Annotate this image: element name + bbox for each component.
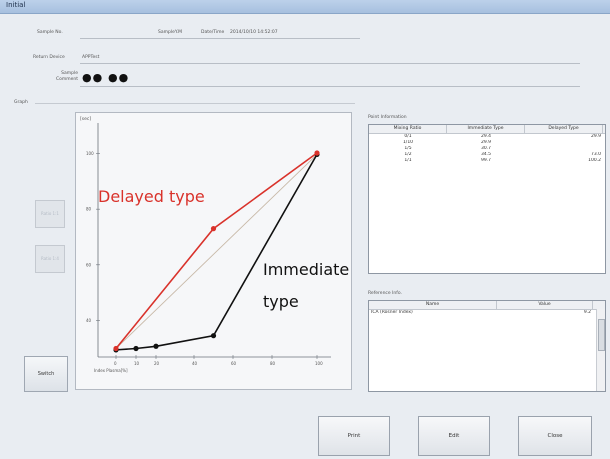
x-axis-label: Index Plasma[%] <box>94 368 128 373</box>
title-bar: Initial <box>0 0 610 14</box>
ratio-1-1-button[interactable]: Ratio 1:1 <box>35 200 65 228</box>
point-info-header: Mixing Ratio Immediate Type Delayed Type <box>369 125 605 134</box>
sample-comment-label: Sample Comment <box>55 71 78 82</box>
x-tick-label: 0 <box>114 361 117 366</box>
data-point <box>113 345 119 352</box>
reference-info-rows: ICA (Rosner Index) 9.2 <box>369 310 605 316</box>
x-tick-label: 10 <box>134 361 140 366</box>
y-tick-label: 40 <box>86 318 92 323</box>
close-button[interactable]: Close <box>518 416 592 456</box>
data-point <box>133 345 139 352</box>
chart-area: 100 80 60 40 0 10 20 40 60 80 100 [sec] Index Plasma… <box>75 112 352 390</box>
col-name[interactable]: Name <box>369 301 497 309</box>
col-immediate-type[interactable]: Immediate Type <box>447 125 525 133</box>
data-point <box>314 150 320 156</box>
edit-button[interactable]: Edit <box>418 416 490 456</box>
graph-group-label: Graph <box>14 100 28 105</box>
y-tick-label: 100 <box>86 151 94 156</box>
table-cell: ICA (Rosner Index) <box>371 310 413 315</box>
table-row[interactable]: 1/1 99.7 100.2 <box>369 158 605 164</box>
reference-info-label: Reference Info. <box>368 291 402 296</box>
table-cell: 9.2 <box>583 310 591 315</box>
sample-no-label: Sample No. <box>37 30 63 35</box>
point-info-rows: 0/1 29.4 29.9 1/10 29.9 1/5 30.7 1/2 34.5 73.0 1/1… <box>369 134 605 164</box>
sample-id-value: SampleY.M <box>158 30 183 35</box>
application-window: Initial Sample No. SampleY.M Date/Time 2… <box>0 0 610 459</box>
point-info-table[interactable]: Mixing Ratio Immediate Type Delayed Type… <box>368 124 606 274</box>
datetime-label: Date/Time <box>201 30 225 35</box>
device-underline <box>80 63 580 64</box>
x-tick-label: 40 <box>192 361 198 366</box>
col-value[interactable]: Value <box>497 301 593 309</box>
col-delayed-type[interactable]: Delayed Type <box>525 125 603 133</box>
return-device-value: APPTest <box>82 55 100 60</box>
line-chart: 100 80 60 40 0 10 20 40 60 80 100 [sec] Index Plasma… <box>80 116 331 373</box>
table-row[interactable]: ICA (Rosner Index) 9.2 <box>369 310 605 316</box>
reference-scrollbar[interactable] <box>596 309 605 391</box>
window-title: Initial <box>6 1 26 9</box>
comment-underline <box>80 86 580 87</box>
sample-no-underline <box>80 38 360 39</box>
data-point <box>153 343 159 349</box>
delayed-type-annotation: Delayed type <box>98 187 205 206</box>
x-tick-label: 80 <box>270 361 276 366</box>
graph-group-line <box>35 103 355 104</box>
point-info-label: Point Information <box>368 115 407 120</box>
y-axis-label: [sec] <box>80 116 91 122</box>
y-tick-label: 60 <box>86 262 92 267</box>
reference-info-header: Name Value <box>369 301 605 310</box>
table-cell: 100.2 <box>588 158 601 163</box>
switch-button[interactable]: Switch <box>24 356 68 392</box>
x-tick-label: 100 <box>315 361 323 366</box>
table-cell: 99.7 <box>480 158 492 163</box>
reference-line <box>115 154 318 349</box>
y-tick-label: 80 <box>86 207 92 212</box>
datetime-value: 2014/10/10 14:52:07 <box>230 30 278 35</box>
ratio-1-4-button[interactable]: Ratio 1:4 <box>35 245 65 273</box>
reference-scroll-thumb[interactable] <box>598 319 605 351</box>
table-cell: 1/1 <box>404 158 412 163</box>
return-device-label: Return Device <box>33 55 65 60</box>
sample-comment-value[interactable]: ●● ●● <box>82 71 129 84</box>
reference-info-table[interactable]: Name Value ICA (Rosner Index) 9.2 <box>368 300 606 392</box>
data-point <box>210 333 217 339</box>
col-mixing-ratio[interactable]: Mixing Ratio <box>369 125 447 133</box>
immediate-type-annotation-line1: Immediate <box>263 260 350 279</box>
data-point <box>210 226 217 232</box>
immediate-type-annotation-line2: type <box>263 292 299 311</box>
x-tick-label: 60 <box>231 361 237 366</box>
print-button[interactable]: Print <box>318 416 390 456</box>
x-tick-label: 20 <box>154 361 160 366</box>
